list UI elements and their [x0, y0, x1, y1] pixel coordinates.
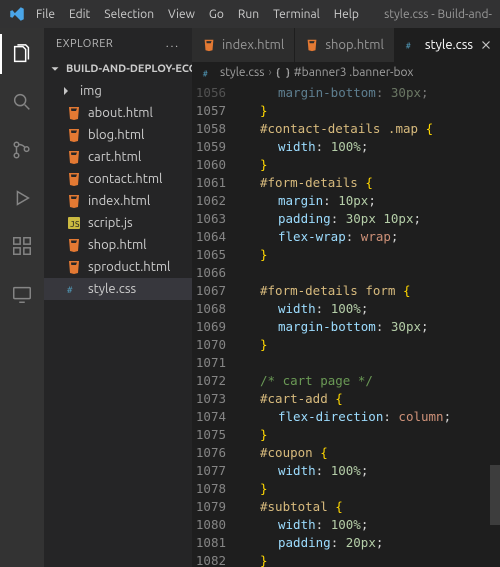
- tab-shop-html[interactable]: shop.html: [295, 28, 395, 62]
- vscode-logo-icon: [8, 5, 26, 23]
- menu-go[interactable]: Go: [203, 4, 230, 25]
- code-editor[interactable]: 1056105710581059106010611062106310641065…: [192, 84, 500, 567]
- menu-help[interactable]: Help: [328, 4, 365, 25]
- tab-label: index.html: [222, 38, 284, 52]
- chevron-down-icon: [48, 62, 62, 76]
- tab-style-css[interactable]: # style.css: [395, 28, 500, 62]
- html-file-icon: [202, 38, 216, 52]
- svg-text:#: #: [406, 42, 411, 51]
- activity-remote-icon[interactable]: [0, 274, 44, 314]
- file-label: blog.html: [88, 128, 144, 142]
- activity-extensions-icon[interactable]: [0, 226, 44, 266]
- title-bar: FileEditSelectionViewGoRunTerminalHelp s…: [0, 0, 500, 28]
- folder-item-img[interactable]: img: [44, 80, 192, 102]
- file-label: contact.html: [88, 172, 162, 186]
- menu-selection[interactable]: Selection: [98, 4, 160, 25]
- js-file-icon: JS: [66, 215, 82, 231]
- close-icon[interactable]: [479, 38, 493, 52]
- svg-text:#: #: [203, 69, 208, 78]
- scrollbar-thumb[interactable]: [490, 465, 500, 525]
- activity-run-debug-icon[interactable]: [0, 178, 44, 218]
- file-item-about-html[interactable]: about.html: [44, 102, 192, 124]
- menu-run[interactable]: Run: [232, 4, 265, 25]
- menu-edit[interactable]: Edit: [63, 4, 96, 25]
- file-label: style.css: [88, 282, 136, 296]
- activity-bar: [0, 28, 44, 567]
- file-item-blog-html[interactable]: blog.html: [44, 124, 192, 146]
- sidebar-more-icon[interactable]: ...: [166, 38, 180, 50]
- activity-search-icon[interactable]: [0, 82, 44, 122]
- brackets-icon: [276, 66, 290, 80]
- vertical-scrollbar[interactable]: [490, 85, 500, 555]
- menu-bar: FileEditSelectionViewGoRunTerminalHelp: [30, 4, 365, 25]
- activity-explorer-icon[interactable]: [0, 34, 44, 74]
- html-file-icon: [66, 105, 82, 121]
- html-file-icon: [66, 171, 82, 187]
- code-content[interactable]: margin-bottom: 30px;}#contact-details .m…: [236, 84, 500, 567]
- sidebar: EXPLORER ... BUILD-AND-DEPLOY-ECO... img…: [44, 28, 192, 567]
- file-label: cart.html: [88, 150, 141, 164]
- file-item-sproduct-html[interactable]: sproduct.html: [44, 256, 192, 278]
- css-icon: #: [202, 66, 216, 80]
- folder-section-label: BUILD-AND-DEPLOY-ECO...: [66, 63, 192, 75]
- editor-group: index.html shop.html # style.css # style.css…: [192, 28, 500, 567]
- file-label: about.html: [88, 106, 153, 120]
- html-file-icon: [66, 127, 82, 143]
- file-label: script.js: [88, 216, 133, 230]
- html-file-icon: [66, 259, 82, 275]
- file-item-contact-html[interactable]: contact.html: [44, 168, 192, 190]
- menu-terminal[interactable]: Terminal: [267, 4, 326, 25]
- sidebar-header: EXPLORER ...: [44, 28, 192, 60]
- sidebar-title: EXPLORER: [56, 38, 113, 50]
- css-file-icon: #: [66, 281, 82, 297]
- editor-tabs: index.html shop.html # style.css: [192, 28, 500, 62]
- file-label: sproduct.html: [88, 260, 170, 274]
- window-title: style.css - Build-and-: [384, 8, 492, 21]
- tab-label: shop.html: [325, 38, 384, 52]
- folder-section-header[interactable]: BUILD-AND-DEPLOY-ECO...: [44, 60, 192, 78]
- css-file-icon: #: [405, 38, 419, 52]
- breadcrumb-item[interactable]: style.css: [220, 66, 264, 79]
- file-label: img: [80, 84, 102, 98]
- svg-text:#: #: [67, 286, 73, 296]
- tab-label: style.css: [425, 38, 473, 52]
- chevron-right-icon: [58, 83, 74, 99]
- file-item-cart-html[interactable]: cart.html: [44, 146, 192, 168]
- menu-file[interactable]: File: [30, 4, 61, 25]
- menu-view[interactable]: View: [162, 4, 201, 25]
- file-item-style-css[interactable]: # style.css: [44, 278, 192, 300]
- file-label: index.html: [88, 194, 150, 208]
- file-label: shop.html: [88, 238, 147, 252]
- tab-index-html[interactable]: index.html: [192, 28, 295, 62]
- line-number-gutter: 1056105710581059106010611062106310641065…: [192, 84, 236, 567]
- file-item-script-js[interactable]: JS script.js: [44, 212, 192, 234]
- svg-text:JS: JS: [70, 220, 80, 229]
- html-file-icon: [66, 149, 82, 165]
- breadcrumb-item[interactable]: #banner3 .banner-box: [294, 66, 414, 79]
- html-file-icon: [66, 237, 82, 253]
- breadcrumb[interactable]: # style.css › #banner3 .banner-box: [192, 62, 500, 84]
- html-file-icon: [305, 38, 319, 52]
- html-file-icon: [66, 193, 82, 209]
- chevron-right-icon: ›: [268, 66, 271, 79]
- file-item-index-html[interactable]: index.html: [44, 190, 192, 212]
- file-tree: img about.html blog.html cart.html contact.h…: [44, 78, 192, 300]
- file-item-shop-html[interactable]: shop.html: [44, 234, 192, 256]
- activity-source-control-icon[interactable]: [0, 130, 44, 170]
